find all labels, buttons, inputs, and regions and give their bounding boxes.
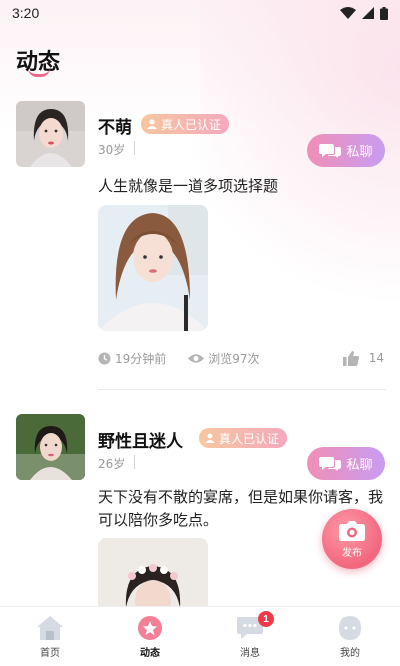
post-photo[interactable] <box>98 205 208 331</box>
chat-icon <box>319 143 342 158</box>
user-name[interactable]: 野性且迷人 <box>98 427 183 452</box>
post-views: 浏览97次 <box>188 350 260 367</box>
battery-icon <box>380 6 388 20</box>
chat-icon <box>319 456 342 471</box>
status-bar: 3:20 <box>0 0 400 26</box>
bottom-tab-bar: 首页 动态 消息 我的 <box>0 606 400 666</box>
age-divider <box>134 141 135 155</box>
private-chat-label: 私聊 <box>346 458 373 473</box>
like-count: 14 <box>368 351 384 365</box>
post-divider <box>98 389 386 390</box>
message-count-badge: 1 <box>258 611 274 627</box>
tab-messages[interactable]: 消息 <box>200 607 300 666</box>
user-name[interactable]: 不萌 <box>98 113 132 138</box>
private-chat-label: 私聊 <box>346 145 373 160</box>
avatar[interactable] <box>16 101 85 167</box>
private-chat-button[interactable]: 私聊 <box>307 134 385 167</box>
tab-home-label: 首页 <box>40 648 60 659</box>
home-icon <box>37 616 63 640</box>
post-text: 人生就像是一道多项选择题 <box>98 177 279 195</box>
verified-badge: 真人已认证 <box>199 428 288 448</box>
tab-profile[interactable]: 我的 <box>300 607 400 666</box>
tab-messages-label: 消息 <box>240 648 260 659</box>
post-time: 19分钟前 <box>98 350 166 367</box>
avatar[interactable] <box>16 414 85 480</box>
person-icon <box>205 433 215 443</box>
verified-badge: 真人已认证 <box>141 114 230 134</box>
camera-icon <box>339 520 365 541</box>
private-chat-button[interactable]: 私聊 <box>307 447 385 480</box>
tab-profile-label: 我的 <box>340 648 360 659</box>
post-meta: 19分钟前 浏览97次 14 <box>98 348 388 368</box>
verified-badge-label: 真人已认证 <box>219 431 280 446</box>
thumbs-up-icon <box>342 350 359 366</box>
status-icons <box>340 6 388 20</box>
tab-home[interactable]: 首页 <box>0 607 100 666</box>
signal-icon <box>362 7 374 19</box>
status-time: 3:20 <box>12 5 40 21</box>
user-age: 30岁 <box>98 143 126 157</box>
person-icon <box>147 119 157 129</box>
user-age: 26岁 <box>98 457 126 471</box>
age-divider <box>134 455 135 469</box>
clock-icon <box>98 352 111 364</box>
publish-button[interactable]: 发布 <box>322 509 382 569</box>
eye-icon <box>188 353 205 363</box>
tab-moments-label: 动态 <box>140 648 160 659</box>
header-glow <box>200 0 400 340</box>
tab-moments[interactable]: 动态 <box>100 607 200 666</box>
publish-label: 发布 <box>342 547 362 559</box>
verified-badge-label: 真人已认证 <box>161 117 222 132</box>
wifi-icon <box>340 7 356 19</box>
moments-icon <box>138 616 162 640</box>
profile-icon <box>339 616 361 640</box>
like-button[interactable]: 14 <box>342 350 384 366</box>
post-time-label: 19分钟前 <box>115 351 167 366</box>
post-views-label: 浏览97次 <box>208 351 260 366</box>
